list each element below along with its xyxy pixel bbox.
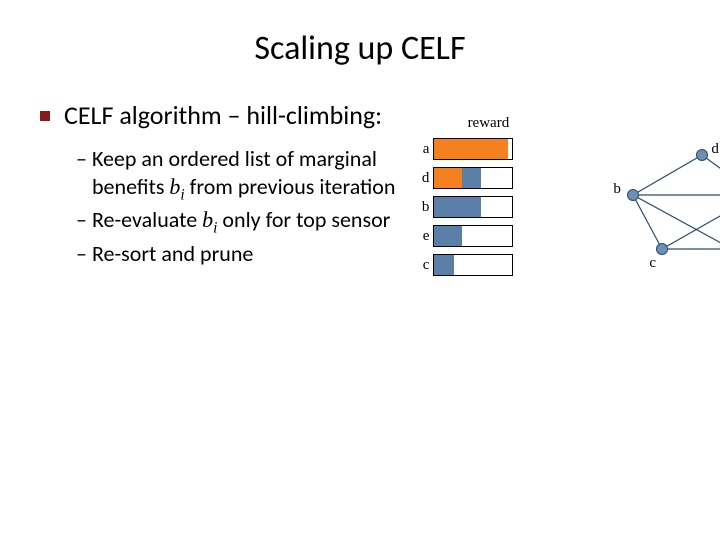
heading-text: CELF algorithm – hill-climbing:: [64, 99, 382, 131]
graph-node-label: b: [613, 181, 621, 198]
bullet-heading: CELF algorithm – hill-climbing:: [40, 99, 407, 131]
dash-icon: –: [76, 206, 92, 233]
bar-row: e: [413, 225, 563, 247]
subitem-3: – Re-sort and prune: [76, 240, 407, 268]
bar-label: c: [413, 257, 429, 274]
sub3-text: Re-sort and prune: [92, 240, 253, 267]
bar-label: e: [413, 228, 429, 245]
bar-row: c: [413, 254, 563, 276]
sub2-var-b: b: [202, 207, 213, 232]
graph-node-label: d: [711, 141, 719, 158]
bar-label: d: [413, 170, 429, 187]
bar-track: [433, 254, 513, 276]
slide-content: CELF algorithm – hill-climbing: – Keep a…: [0, 99, 720, 283]
subitem-1: – Keep an ordered list of marginal benef…: [76, 145, 407, 204]
graph-node-label: c: [649, 255, 656, 272]
sub1-text-d: from previous iteration: [185, 173, 396, 200]
bar-track: [433, 138, 513, 160]
bar-segment-orange: [434, 139, 508, 159]
graph-edges: [607, 139, 720, 309]
text-column: CELF algorithm – hill-climbing: – Keep a…: [40, 99, 407, 283]
bar-row: d: [413, 167, 563, 189]
bar-segment-blue: [462, 168, 482, 188]
bar-segment-blue: [434, 226, 461, 246]
subitem-2: – Re-evaluate bi only for top sensor: [76, 206, 407, 238]
square-bullet-icon: [40, 111, 50, 121]
bar-track: [433, 167, 513, 189]
sub1-var-b: b: [169, 174, 180, 199]
bar-row: b: [413, 196, 563, 218]
bar-segment-blue: [434, 197, 481, 217]
figure-column: reward a d b: [407, 99, 690, 283]
bar-track: [433, 196, 513, 218]
sub2-text-a: Re-evaluate: [92, 206, 202, 233]
bar-label: a: [413, 141, 429, 158]
slide-title: Scaling up CELF: [0, 0, 720, 99]
dash-icon: –: [76, 145, 92, 172]
graph-diagram: d b a c e: [607, 139, 720, 309]
bar-segment-blue: [434, 255, 454, 275]
bar-track: [433, 225, 513, 247]
reward-bar-chart: reward a d b: [413, 115, 563, 276]
sub2-text-d: only for top sensor: [217, 206, 390, 233]
bar-segment-orange: [434, 168, 461, 188]
bar-label: b: [413, 199, 429, 216]
chart-title: reward: [413, 115, 563, 132]
dash-icon: –: [76, 240, 92, 267]
bar-row: a: [413, 138, 563, 160]
